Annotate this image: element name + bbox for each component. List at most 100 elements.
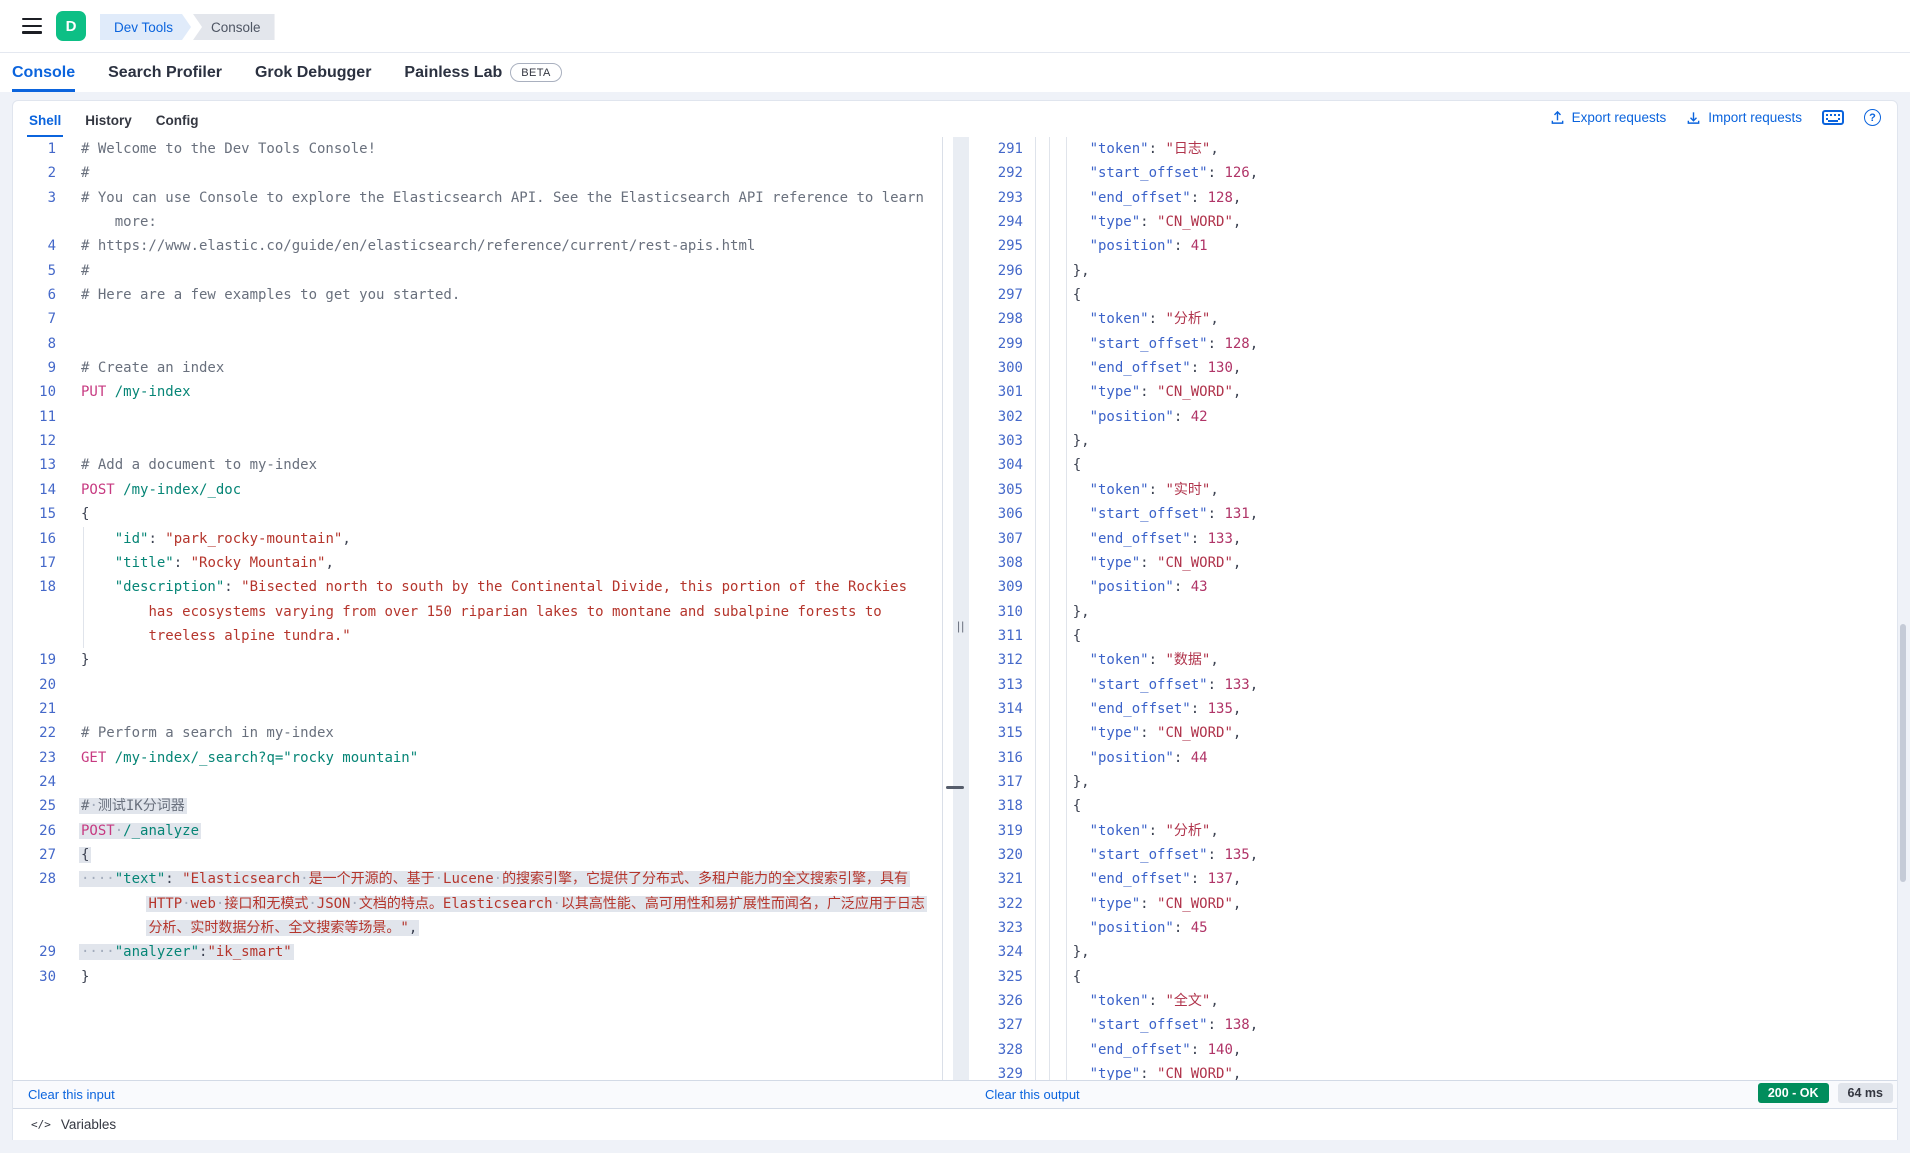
code-line[interactable]: 293 "end_offset": 128, [969,185,1898,211]
splitter-drag-handle[interactable] [946,786,964,789]
breadcrumb-dev-tools[interactable]: Dev Tools [100,14,191,40]
code-line[interactable]: 13 # Add a document to my-index [13,453,945,477]
code-line[interactable]: 27 { [13,843,945,867]
tab-painless-lab[interactable]: Painless Lab BETA [404,53,562,92]
code-line[interactable]: 23 GET /my-index/_search?q="rocky mountai… [13,746,945,770]
tab-shell[interactable]: Shell [19,109,71,137]
indent-guide [1066,989,1067,1014]
code-line[interactable]: more: [13,210,945,234]
variables-bar[interactable]: </> Variables [13,1108,1897,1140]
code-line[interactable]: 320 "start_offset": 135, [969,842,1898,868]
code-line[interactable]: 309 "position": 43 [969,575,1898,600]
code-line[interactable]: 294 "type": "CN_WORD", [969,210,1898,235]
code-line[interactable]: 324 }, [969,940,1898,965]
code-line[interactable]: treeless alpine tundra." [13,623,945,649]
code-line[interactable]: 296 }, [969,258,1898,284]
code-line[interactable]: 30} [13,965,945,989]
code-line[interactable]: 300 "end_offset": 130, [969,356,1898,381]
tab-console[interactable]: Console [12,53,76,92]
import-requests-button[interactable]: Import requests [1686,110,1802,125]
help-icon[interactable]: ? [1864,109,1881,126]
code-line[interactable]: 17 "title": "Rocky Mountain", [13,550,945,576]
code-line[interactable]: 11 [13,405,945,429]
code-line[interactable]: 24 [13,770,945,794]
code-line[interactable]: 312 "token": "数据", [969,648,1898,673]
code-line[interactable]: 12 [13,429,945,453]
code-line[interactable]: 15{ [13,502,945,526]
tab-search-profiler[interactable]: Search Profiler [108,53,222,92]
code-line[interactable]: 292 "start_offset": 126, [969,161,1898,186]
code-line[interactable]: 2 # [13,161,945,185]
line-number: 320 [997,846,1023,863]
code-line[interactable]: 10 PUT /my-index [13,380,945,404]
keyboard-shortcuts-icon[interactable] [1822,110,1844,125]
export-requests-button[interactable]: Export requests [1550,110,1666,125]
code-line[interactable]: 4 # https://www.elastic.co/guide/en/elast… [13,234,945,258]
code-line[interactable]: 318 { [969,794,1898,819]
code-line[interactable]: 299 "start_offset": 128, [969,331,1898,357]
code-line[interactable]: 319 "token": "分析", [969,818,1898,843]
code-line[interactable]: 291 "token": "日志", [969,137,1898,162]
code-line[interactable]: 14 POST /my-index/_doc [13,478,945,502]
code-line[interactable]: 9 # Create an index [13,356,945,380]
response-output[interactable]: 291 "token": "日志", 292 "start_offset": 12… [969,137,1898,1080]
code-line[interactable]: 321 "end_offset": 137, [969,867,1898,892]
code-line[interactable]: 327 "start_offset": 138, [969,1013,1898,1038]
code-line[interactable]: 313 "start_offset": 133, [969,672,1898,697]
code-line[interactable]: 308 "type": "CN_WORD", [969,550,1898,576]
request-editor[interactable]: 1 # Welcome to the Dev Tools Console! 2 #3 #… [13,137,945,1080]
code-line[interactable]: 298 "token": "分析", [969,307,1898,332]
code-line[interactable]: 1 # Welcome to the Dev Tools Console! [13,137,945,161]
code-line[interactable]: 16 "id": "park_rocky-mountain", [13,526,945,551]
code-line[interactable]: 305 "token": "实时", [969,477,1898,503]
code-line[interactable]: 19} [13,648,945,672]
code-line[interactable]: 323 "position": 45 [969,916,1898,941]
code-line[interactable]: 304 { [969,453,1898,478]
code-line[interactable]: 316 "position": 44 [969,745,1898,770]
code-line[interactable]: 325 { [969,964,1898,990]
clear-output-link[interactable]: Clear this output [985,1087,1080,1102]
code-line[interactable]: 5 # [13,259,945,283]
indent-guide [1066,940,1067,965]
tab-config[interactable]: Config [146,109,209,137]
code-line[interactable]: 7 [13,307,945,331]
code-line[interactable]: 301 "type": "CN_WORD", [969,380,1898,405]
code-line[interactable]: 297 { [969,283,1898,308]
code-line[interactable]: 3 # You can use Console to explore the El… [13,186,945,210]
code-line[interactable]: 28 ····"text": "Elasticsearch·是一个开源的、基于·L… [13,867,945,891]
code-line[interactable]: 22 # Perform a search in my-index [13,721,945,745]
code-line[interactable]: 311 { [969,623,1898,649]
code-line[interactable]: 20 [13,673,945,697]
code-line[interactable]: 29 ····"analyzer":"ik_smart" [13,940,945,964]
code-line[interactable]: 18 "description": "Bisected north to sou… [13,575,945,600]
code-line[interactable]: 分析、实时数据分析、全文搜索等场景。", [13,916,945,940]
code-line[interactable]: 303 }, [969,429,1898,454]
code-line[interactable]: 21 [13,697,945,721]
code-line[interactable]: 322 "type": "CN_WORD", [969,891,1898,916]
menu-hamburger-icon[interactable] [22,18,42,34]
code-line[interactable]: 295 "position": 41 [969,234,1898,259]
code-line[interactable]: 329 "type": "CN_WORD", [969,1062,1898,1080]
code-line[interactable]: has ecosystems varying from over 150 rip… [13,599,945,624]
code-line[interactable]: 317 }, [969,769,1898,795]
code-line[interactable]: 307 "end_offset": 133, [969,526,1898,551]
code-line[interactable]: 310 }, [969,599,1898,624]
code-line[interactable]: 306 "start_offset": 131, [969,502,1898,527]
output-scrollbar-thumb[interactable] [1900,624,1906,882]
code-line[interactable]: 326 "token": "全文", [969,989,1898,1014]
code-line[interactable]: 314 "end_offset": 135, [969,696,1898,722]
code-line[interactable]: 8 [13,332,945,356]
code-line[interactable]: 6 # Here are a few examples to get you st… [13,283,945,307]
code-line[interactable]: 328 "end_offset": 140, [969,1037,1898,1063]
code-line[interactable]: 302 "position": 42 [969,404,1898,430]
tab-history[interactable]: History [75,109,142,137]
code-line[interactable]: HTTP·web·接口和无模式·JSON·文档的特点。Elasticsearch… [13,892,945,916]
code-line[interactable]: 25 #·测试IK分词器 [13,794,945,818]
deployment-logo[interactable]: D [56,11,86,41]
tab-grok-debugger[interactable]: Grok Debugger [255,53,371,92]
code-line[interactable]: 315 "type": "CN_WORD", [969,721,1898,746]
code-line[interactable]: 26 POST·/_analyze [13,819,945,843]
clear-input-link[interactable]: Clear this input [28,1087,115,1102]
line-number: 25 [39,798,56,815]
pane-splitter[interactable]: || [953,137,969,1080]
